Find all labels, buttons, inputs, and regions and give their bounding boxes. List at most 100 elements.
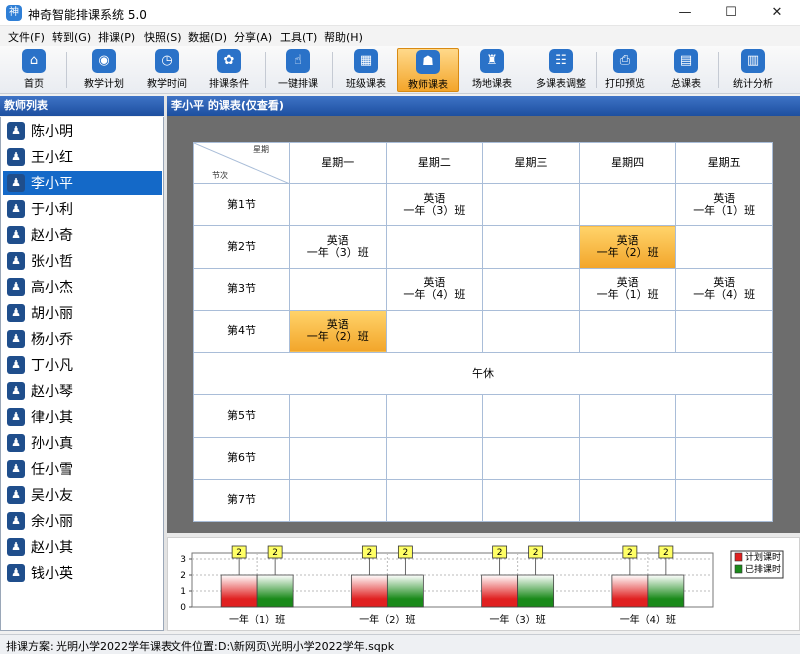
- teacher-item[interactable]: ♟ 孙小真: [3, 431, 162, 455]
- toolbar-class-timetable-button[interactable]: ▦ 班级课表: [334, 48, 398, 92]
- teacher-item[interactable]: ♟ 张小哲: [3, 249, 162, 273]
- toolbar-venue-timetable-button[interactable]: ♜ 场地课表: [460, 48, 524, 92]
- legend-label: 计划课时: [745, 551, 781, 563]
- teacher-item[interactable]: ♟ 杨小乔: [3, 327, 162, 351]
- teacher-item[interactable]: ♟ 王小红: [3, 145, 162, 169]
- toolbar-print-preview-button[interactable]: ⎙ 打印预览: [596, 48, 654, 92]
- minimize-button[interactable]: —: [662, 0, 708, 26]
- teacher-item[interactable]: ♟ 钱小英: [3, 561, 162, 585]
- teacher-item[interactable]: ♟ 任小雪: [3, 457, 162, 481]
- timetable-cell[interactable]: 英语 一年（1）班: [675, 182, 773, 227]
- teacher-item[interactable]: ♟ 丁小凡: [3, 353, 162, 377]
- menu-help[interactable]: 帮助(H): [324, 29, 363, 45]
- teacher-item[interactable]: ♟ 于小利: [3, 197, 162, 221]
- menu-file[interactable]: 文件(F): [8, 29, 45, 45]
- timetable-cell-empty[interactable]: [482, 478, 580, 523]
- toolbar-home-button[interactable]: ⌂ 首页: [6, 48, 62, 92]
- data-label: 2: [497, 548, 503, 558]
- day-header: 星期一: [289, 142, 387, 184]
- timetable-cell-highlighted[interactable]: 英语 一年（2）班: [578, 225, 677, 269]
- period-label: 第7节: [193, 478, 290, 523]
- toolbar-master-timetable-button[interactable]: ▤ 总课表: [658, 48, 714, 92]
- timetable-cell-empty[interactable]: [385, 225, 484, 269]
- teacher-item[interactable]: ♟ 赵小其: [3, 535, 162, 559]
- timetable-cell-empty[interactable]: [482, 182, 580, 227]
- timetable-cell-highlighted[interactable]: 英语 一年（2）班: [289, 309, 387, 354]
- timetable-cell-empty[interactable]: [289, 478, 387, 523]
- timetable-cell-empty[interactable]: [482, 267, 580, 311]
- timetable-cell-empty[interactable]: [385, 478, 484, 523]
- close-button[interactable]: ✕: [754, 0, 800, 26]
- data-label: 2: [663, 548, 669, 558]
- timetable-cell-empty[interactable]: [675, 394, 773, 438]
- timetable-cell-empty[interactable]: [385, 309, 484, 354]
- timetable-cell[interactable]: 英语 一年（4）班: [675, 267, 773, 311]
- timetable-row: 第1节 英语 一年（3）班 英语 一年（1）班: [193, 182, 773, 227]
- timetable-cell-empty[interactable]: [482, 394, 580, 438]
- timetable-cell-empty[interactable]: [578, 309, 677, 354]
- teacher-icon: ♟: [7, 486, 25, 504]
- teacher-item[interactable]: ♟ 吴小友: [3, 483, 162, 507]
- toolbar-multi-timetable-button[interactable]: ☷ 多课表调整: [526, 48, 596, 92]
- corner-weekday-label: 星期: [253, 145, 269, 154]
- timetable-cell-empty[interactable]: [578, 394, 677, 438]
- toolbar-statistics-button[interactable]: ▥ 统计分析: [724, 48, 782, 92]
- timetable-cell-empty[interactable]: [289, 436, 387, 480]
- teacher-item[interactable]: ♟ 赵小琴: [3, 379, 162, 403]
- timetable-cell-empty[interactable]: [578, 478, 677, 523]
- timetable-cell-empty[interactable]: [289, 394, 387, 438]
- timetable-cell-empty[interactable]: [675, 478, 773, 523]
- teacher-icon: ♟: [7, 252, 25, 270]
- menu-share[interactable]: 分享(A): [234, 29, 272, 45]
- conditions-icon: ✿: [217, 49, 241, 73]
- timetable-cell[interactable]: 英语 一年（3）班: [289, 225, 387, 269]
- timetable-cell-empty[interactable]: [578, 436, 677, 480]
- cell-class: 一年（2）班: [306, 330, 369, 344]
- timetable-cell-empty[interactable]: [289, 182, 387, 227]
- timetable-cell[interactable]: 英语 一年（4）班: [385, 267, 484, 311]
- file-location-label: 文件位置:: [170, 640, 218, 653]
- toolbar-conditions-button[interactable]: ✿ 排课条件: [197, 48, 261, 92]
- teacher-item-selected[interactable]: ♟ 李小平: [3, 171, 162, 195]
- corner-diagonal: [194, 143, 288, 183]
- cell-class: 一年（1）班: [596, 288, 659, 302]
- teacher-item[interactable]: ♟ 高小杰: [3, 275, 162, 299]
- teacher-list[interactable]: ♟ 陈小明 ♟ 王小红 ♟ 李小平 ♟ 于小利 ♟ 赵小奇 ♟ 张小哲 ♟ 高小杰 ♟ 胡小丽 …: [0, 117, 164, 631]
- timetable-cell-empty[interactable]: [482, 225, 580, 269]
- teaching-plan-icon: ◉: [92, 49, 116, 73]
- timetable-cell-empty[interactable]: [482, 309, 580, 354]
- teacher-item[interactable]: ♟ 胡小丽: [3, 301, 162, 325]
- app-logo-icon: 神: [6, 5, 22, 21]
- timetable-row: 第4节 英语 一年（2）班: [193, 309, 773, 354]
- menu-snapshot[interactable]: 快照(S): [144, 29, 182, 45]
- timetable-row: 第2节 英语 一年（3）班 英语 一年（2）班: [193, 225, 773, 269]
- home-icon: ⌂: [22, 49, 46, 73]
- menu-tools[interactable]: 工具(T): [280, 29, 317, 45]
- toolbar-teaching-plan-button[interactable]: ◉ 教学计划: [72, 48, 136, 92]
- toolbar-teacher-timetable-button[interactable]: ☗ 教师课表: [397, 48, 459, 92]
- timetable-cell-empty[interactable]: [482, 436, 580, 480]
- timetable-cell-empty[interactable]: [289, 267, 387, 311]
- teacher-icon: ♟: [7, 304, 25, 322]
- timetable-cell-empty[interactable]: [675, 309, 773, 354]
- menu-schedule[interactable]: 排课(P): [98, 29, 135, 45]
- timetable-header: 李小平 的课表(仅查看): [167, 96, 800, 116]
- timetable-cell-empty[interactable]: [385, 394, 484, 438]
- day-header: 星期二: [385, 142, 484, 184]
- timetable-cell-empty[interactable]: [675, 225, 773, 269]
- timetable-cell[interactable]: 英语 一年（3）班: [385, 182, 484, 227]
- teacher-item[interactable]: ♟ 律小其: [3, 405, 162, 429]
- teacher-item[interactable]: ♟ 余小丽: [3, 509, 162, 533]
- teacher-item[interactable]: ♟ 赵小奇: [3, 223, 162, 247]
- timetable-cell-empty[interactable]: [578, 182, 677, 227]
- toolbar-one-click-button[interactable]: ☝ 一键排课: [266, 48, 330, 92]
- toolbar-teaching-time-button[interactable]: ◷ 教学时间: [135, 48, 199, 92]
- menu-data[interactable]: 数据(D): [188, 29, 227, 45]
- maximize-button[interactable]: ☐: [708, 0, 754, 26]
- menu-goto[interactable]: 转到(G): [52, 29, 91, 45]
- timetable-cell[interactable]: 英语 一年（1）班: [578, 267, 677, 311]
- timetable-cell-empty[interactable]: [385, 436, 484, 480]
- timetable-cell-empty[interactable]: [675, 436, 773, 480]
- teacher-icon: ♟: [7, 148, 25, 166]
- teacher-item[interactable]: ♟ 陈小明: [3, 119, 162, 143]
